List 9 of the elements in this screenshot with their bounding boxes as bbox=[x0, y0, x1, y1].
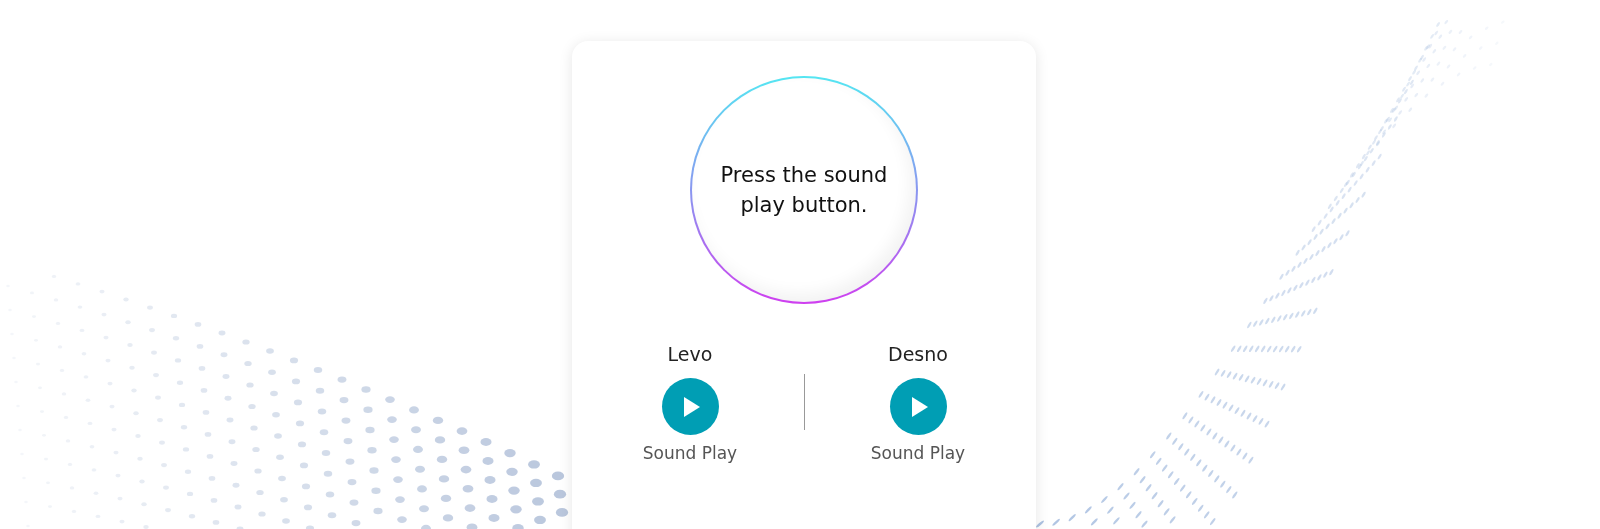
play-button[interactable] bbox=[889, 378, 947, 435]
channel-label: Levo bbox=[667, 342, 713, 366]
play-icon bbox=[684, 396, 700, 417]
play-icon bbox=[912, 396, 928, 417]
play-button[interactable] bbox=[661, 378, 719, 435]
prompt-text: Press the sound play button. bbox=[719, 162, 889, 219]
button-caption: Sound Play bbox=[642, 442, 738, 465]
button-caption: Sound Play bbox=[870, 442, 966, 465]
channel-label: Desno bbox=[888, 342, 948, 366]
